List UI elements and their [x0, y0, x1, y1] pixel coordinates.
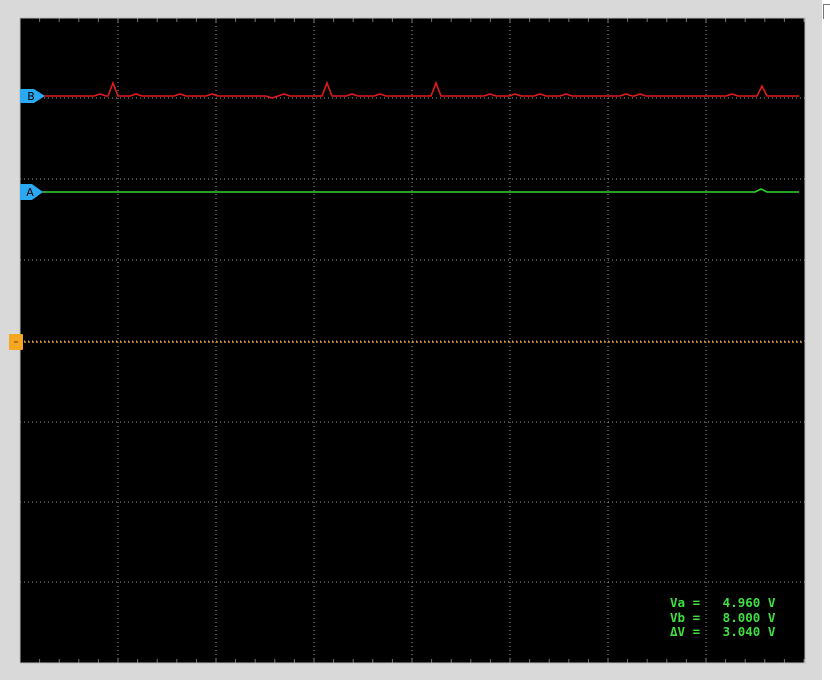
channel-a-label: A: [26, 186, 34, 199]
oscilloscope-display: B A: [9, 17, 806, 664]
cursor-vb-readout: Vb = 8.000 V: [670, 609, 776, 625]
cursor-va-readout: Va = 4.960 V: [670, 595, 776, 610]
channel-b-label: B: [27, 90, 35, 103]
cursor-delta-readout: ΔV = 3.040 V: [670, 624, 776, 639]
cursor-readout: Va = 4.960 V Vb = 8.000 V ΔV = 3.040 V: [670, 595, 776, 640]
trigger-marker[interactable]: [9, 334, 23, 350]
